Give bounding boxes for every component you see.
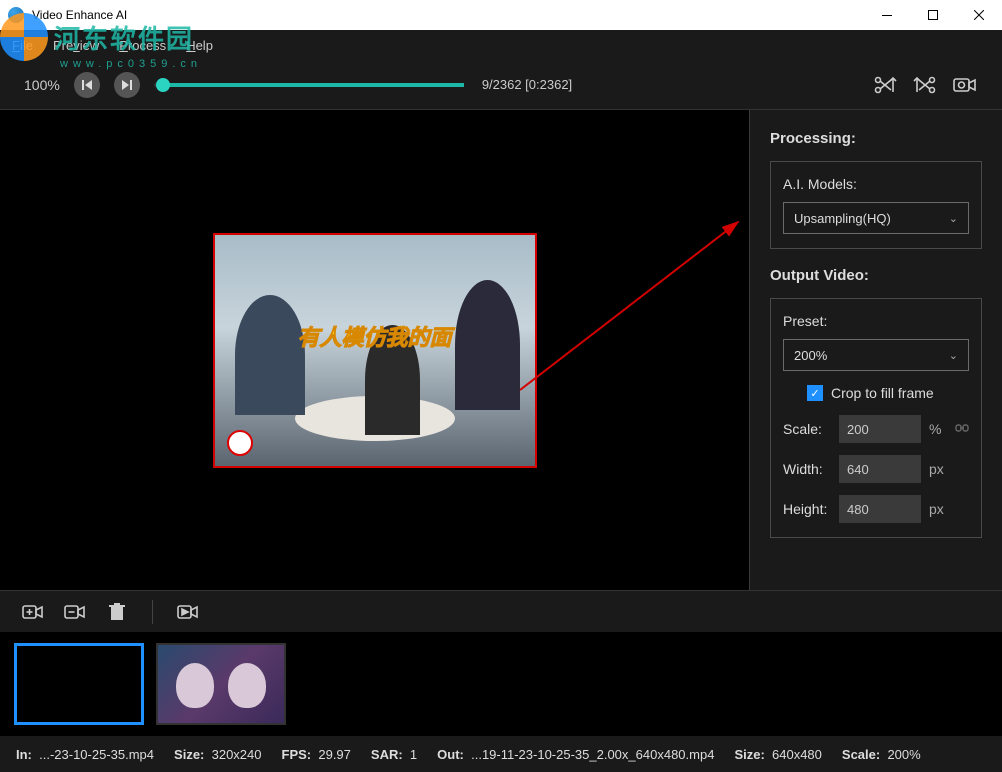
crop-checkbox[interactable]: ✓ xyxy=(807,385,823,401)
video-preview-pane[interactable]: 有人模仿我的面 xyxy=(0,110,749,590)
preview-button[interactable] xyxy=(952,75,978,95)
height-unit: px xyxy=(929,501,944,517)
annotation-arrow-icon xyxy=(510,210,750,400)
trash-icon xyxy=(109,603,125,621)
output-group: Preset: 200% ⌄ ✓ Crop to fill frame Scal… xyxy=(770,298,982,538)
process-button[interactable] xyxy=(175,601,201,623)
height-label: Height: xyxy=(783,501,831,517)
status-size-out: Size: 640x480 xyxy=(734,747,821,762)
video-frame: 有人模仿我的面 xyxy=(213,233,537,468)
skip-back-icon xyxy=(82,80,92,90)
next-frame-button[interactable] xyxy=(114,72,140,98)
menu-process[interactable]: Process xyxy=(119,38,166,53)
minimize-button[interactable] xyxy=(864,0,910,30)
close-button[interactable] xyxy=(956,0,1002,30)
crop-label: Crop to fill frame xyxy=(831,385,934,401)
status-in: In: ...-23-10-25-35.mp4 xyxy=(16,747,154,762)
timeline-slider[interactable] xyxy=(154,83,464,87)
status-sar: SAR: 1 xyxy=(371,747,417,762)
mark-out-button[interactable] xyxy=(912,75,938,95)
thumbnail-item[interactable] xyxy=(156,643,286,725)
output-heading: Output Video: xyxy=(770,267,982,284)
frame-counter: 9/2362 [0:2362] xyxy=(482,77,572,92)
status-fps: FPS: 29.97 xyxy=(282,747,351,762)
window-titlebar: Video Enhance AI xyxy=(0,0,1002,30)
width-unit: px xyxy=(929,461,944,477)
processing-heading: Processing: xyxy=(770,130,982,147)
ai-model-select[interactable]: Upsampling(HQ) ⌄ xyxy=(783,202,969,234)
mark-in-button[interactable] xyxy=(872,75,898,95)
camera-minus-icon xyxy=(64,604,86,620)
status-scale: Scale: 200% xyxy=(842,747,921,762)
timeline-thumb[interactable] xyxy=(156,78,170,92)
width-label: Width: xyxy=(783,461,831,477)
ai-model-value: Upsampling(HQ) xyxy=(794,211,891,226)
preset-value: 200% xyxy=(794,348,827,363)
status-size-in: Size: 320x240 xyxy=(174,747,261,762)
preset-label: Preset: xyxy=(783,313,969,329)
chevron-down-icon: ⌄ xyxy=(949,212,958,225)
camera-plus-icon xyxy=(22,604,44,620)
thumbnail-strip xyxy=(0,632,1002,736)
minimize-icon xyxy=(882,15,892,16)
preset-select[interactable]: 200% ⌄ xyxy=(783,339,969,371)
app-icon xyxy=(8,7,24,23)
close-icon xyxy=(974,10,984,20)
playback-toolbar: 100% 9/2362 [0:2362] xyxy=(0,60,1002,110)
scissors-out-icon xyxy=(913,76,937,94)
delete-button[interactable] xyxy=(104,601,130,623)
maximize-button[interactable] xyxy=(910,0,956,30)
brand-logo-icon xyxy=(227,430,253,456)
camera-play-icon xyxy=(177,604,199,620)
link-icon[interactable] xyxy=(955,421,969,438)
window-title: Video Enhance AI xyxy=(32,8,127,22)
settings-panel: Processing: A.I. Models: Upsampling(HQ) … xyxy=(749,110,1002,590)
ai-models-label: A.I. Models: xyxy=(783,176,969,192)
separator xyxy=(152,600,153,624)
height-input[interactable] xyxy=(839,495,921,523)
add-clip-button[interactable] xyxy=(20,601,46,623)
menu-bar: File Preview Process Help xyxy=(0,30,1002,60)
skip-forward-icon xyxy=(122,80,132,90)
camera-eye-icon xyxy=(953,77,977,93)
scale-input[interactable] xyxy=(839,415,921,443)
remove-clip-button[interactable] xyxy=(62,601,88,623)
clip-toolbar xyxy=(0,590,1002,632)
thumbnail-item[interactable] xyxy=(14,643,144,725)
menu-help[interactable]: Help xyxy=(186,38,213,53)
menu-preview[interactable]: Preview xyxy=(53,38,99,53)
scale-label: Scale: xyxy=(783,421,831,437)
chevron-down-icon: ⌄ xyxy=(949,349,958,362)
status-out: Out: ...19-11-23-10-25-35_2.00x_640x480.… xyxy=(437,747,714,762)
scissors-in-icon xyxy=(873,76,897,94)
prev-frame-button[interactable] xyxy=(74,72,100,98)
scale-unit: % xyxy=(929,421,941,437)
zoom-level[interactable]: 100% xyxy=(24,77,60,93)
main-area: 有人模仿我的面 Processing: A.I. Models: Upsampl… xyxy=(0,110,1002,590)
width-input[interactable] xyxy=(839,455,921,483)
maximize-icon xyxy=(928,10,938,20)
status-bar: In: ...-23-10-25-35.mp4 Size: 320x240 FP… xyxy=(0,736,1002,772)
ai-models-group: A.I. Models: Upsampling(HQ) ⌄ xyxy=(770,161,982,249)
menu-file[interactable]: File xyxy=(12,38,33,53)
video-caption: 有人模仿我的面 xyxy=(297,320,451,352)
